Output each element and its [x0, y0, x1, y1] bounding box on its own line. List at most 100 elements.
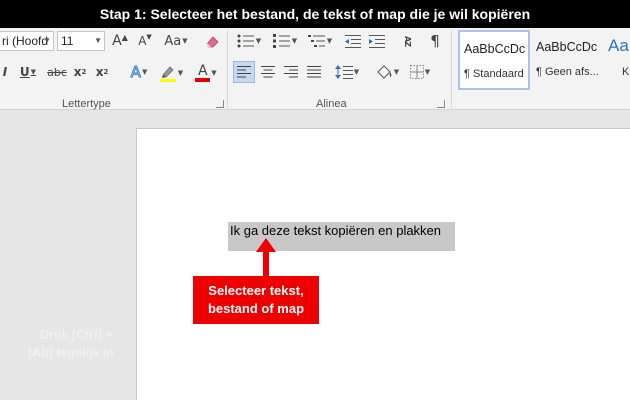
chevron-down-icon: ▼: [94, 36, 102, 45]
font-color-bar: [195, 78, 211, 82]
ribbon: ri (Hoofd ▼ 11 ▼ A ▲ A ▼ Aa ▼ I U ▼ abc …: [0, 28, 630, 110]
justify-button[interactable]: [303, 61, 325, 83]
shrink-font-label: A: [138, 34, 147, 48]
word-window: Stap 1: Selecteer het bestand, de tekst …: [0, 0, 630, 400]
shrink-arrow-icon: ▼: [146, 33, 152, 41]
eraser-icon: [206, 36, 219, 48]
decrease-indent-button[interactable]: [343, 31, 363, 51]
selected-document-text[interactable]: Ik ga deze tekst kopiëren en plakken: [230, 223, 441, 238]
font-group-label: Lettertype: [62, 98, 111, 110]
faint-overlay-line1: Druk [Ctrl] +: [40, 328, 113, 342]
increase-indent-icon: [369, 35, 385, 48]
chevron-down-icon: ▼: [353, 68, 360, 76]
font-size-combo[interactable]: 11 ▼: [57, 31, 105, 51]
style-sample: AaBbCcDc: [536, 40, 598, 54]
instruction-banner: Stap 1: Selecteer het bestand, de tekst …: [0, 0, 630, 28]
font-size-value: 11: [61, 34, 74, 48]
style-geen-afstand[interactable]: AaBbCcDc ¶ Geen afs...: [532, 30, 604, 90]
font-color-label: A: [198, 63, 208, 79]
bullet-list-icon: [237, 34, 254, 48]
chevron-down-icon: ▼: [30, 68, 37, 76]
shading-icon: [377, 65, 392, 79]
shading-button[interactable]: ▼: [372, 61, 402, 83]
style-standaard[interactable]: AaBbCcDc ¶ Standaard: [458, 30, 530, 90]
line-spacing-button[interactable]: ▼: [331, 61, 363, 83]
superscript-mark: 2: [103, 68, 109, 76]
bullets-button[interactable]: ▼: [234, 31, 264, 51]
chevron-down-icon: ▼: [43, 36, 51, 45]
superscript-label: x: [95, 65, 104, 79]
change-case-label: Aa: [164, 33, 182, 49]
paragraph-dialog-launcher[interactable]: [437, 100, 445, 108]
chevron-down-icon: ▼: [424, 68, 431, 76]
chevron-down-icon: ▼: [182, 37, 188, 45]
decrease-indent-icon: [345, 35, 361, 48]
change-case-button[interactable]: Aa ▼: [161, 31, 191, 51]
pilcrow-icon: ¶: [430, 32, 440, 50]
multilevel-list-icon: [307, 35, 325, 47]
grow-arrow-icon: ▲: [121, 32, 128, 42]
numbered-list-icon: [272, 34, 290, 48]
style-name: K: [622, 66, 630, 78]
increase-indent-button[interactable]: [367, 31, 387, 51]
font-dialog-launcher[interactable]: [216, 100, 224, 108]
clear-formatting-button[interactable]: [201, 31, 223, 51]
sort-label: AZ: [403, 36, 412, 46]
chevron-down-icon: ▼: [141, 68, 148, 76]
grow-font-button[interactable]: A ▲: [110, 31, 130, 51]
subscript-mark: 2: [81, 68, 87, 76]
callout-line1: Selecteer tekst,: [208, 283, 304, 298]
callout-line2: bestand of map: [207, 301, 305, 316]
underline-button[interactable]: U ▼: [17, 62, 39, 82]
group-separator: [451, 30, 452, 108]
highlighter-icon: [159, 66, 176, 82]
align-left-button[interactable]: [233, 61, 255, 83]
text-effects-button[interactable]: A ▼: [124, 62, 154, 82]
sort-button[interactable]: AZ: [396, 30, 418, 52]
subscript-label: x: [73, 65, 82, 79]
align-center-button[interactable]: [257, 61, 279, 83]
italic-label: I: [2, 65, 8, 79]
subscript-button[interactable]: x2: [72, 62, 88, 82]
strikethrough-button[interactable]: abc: [46, 62, 68, 82]
chevron-down-icon: ▼: [326, 37, 333, 45]
style-name: ¶ Geen afs...: [536, 66, 599, 78]
faint-overlay-line2: [Alt] tegelijk in: [28, 346, 115, 360]
underline-label: U: [19, 65, 30, 79]
style-name: ¶ Standaard: [464, 68, 524, 80]
shrink-font-button[interactable]: A ▼: [135, 31, 155, 51]
align-left-icon: [237, 66, 251, 78]
style-sample: Aa: [608, 36, 629, 55]
chevron-down-icon: ▼: [291, 37, 298, 45]
superscript-button[interactable]: x2: [94, 62, 110, 82]
show-formatting-button[interactable]: ¶: [425, 31, 445, 51]
group-separator: [227, 30, 228, 108]
document-page[interactable]: [136, 128, 630, 400]
highlight-button[interactable]: ▼: [156, 62, 186, 84]
align-right-button[interactable]: [280, 61, 302, 83]
style-sample: AaBbCcDc: [464, 42, 526, 56]
font-name-combo[interactable]: ri (Hoofd ▼: [0, 31, 54, 51]
line-spacing-icon: [334, 65, 353, 79]
chevron-down-icon: ▼: [255, 37, 262, 45]
font-name-value: ri (Hoofd: [2, 34, 49, 48]
grow-font-label: A: [112, 33, 122, 49]
align-right-icon: [284, 66, 298, 78]
borders-icon: [409, 65, 424, 79]
chevron-down-icon: ▼: [211, 69, 217, 77]
chevron-down-icon: ▼: [177, 69, 184, 77]
borders-button[interactable]: ▼: [405, 61, 435, 83]
numbering-button[interactable]: ▼: [270, 31, 300, 51]
justify-icon: [307, 66, 321, 78]
arrow-up-icon: [256, 238, 276, 278]
strikethrough-label: abc: [47, 65, 67, 79]
text-effects-label: A: [130, 63, 141, 82]
align-center-icon: [261, 66, 275, 78]
multilevel-list-button[interactable]: ▼: [305, 31, 335, 51]
style-heading[interactable]: Aa K: [606, 30, 630, 90]
instruction-callout: Selecteer tekst, bestand of map: [193, 276, 319, 324]
italic-button[interactable]: I: [0, 62, 12, 82]
font-color-swatch: A: [195, 63, 211, 82]
font-color-button[interactable]: A ▼: [190, 62, 222, 84]
chevron-down-icon: ▼: [393, 68, 400, 76]
